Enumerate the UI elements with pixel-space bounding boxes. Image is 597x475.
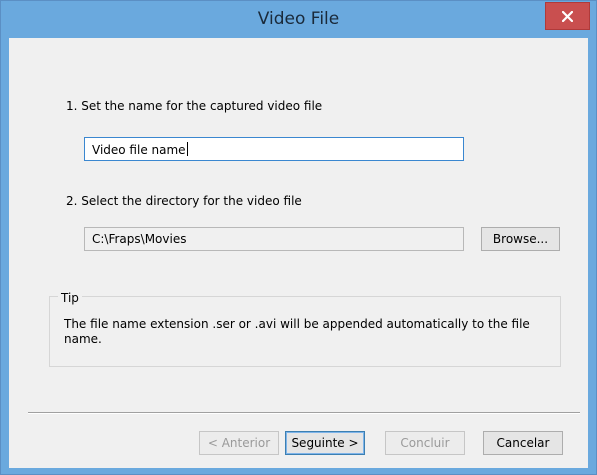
close-button[interactable]: [545, 2, 590, 30]
video-name-value: Video file name: [92, 143, 186, 157]
close-icon: [562, 11, 573, 22]
back-button[interactable]: < Anterior: [199, 431, 279, 455]
cancel-button[interactable]: Cancelar: [483, 431, 563, 455]
next-button[interactable]: Seguinte >: [285, 431, 365, 455]
text-caret: [186, 142, 188, 156]
directory-input[interactable]: C:\Fraps\Movies: [84, 227, 464, 251]
footer-separator: [28, 412, 580, 414]
browse-button[interactable]: Browse...: [481, 227, 560, 251]
tip-text: The file name extension .ser or .avi wil…: [64, 317, 530, 346]
finish-button[interactable]: Concluir: [385, 431, 465, 455]
title-bar[interactable]: Video File: [1, 1, 596, 38]
window-title: Video File: [257, 9, 340, 29]
video-name-label: 1. Set the name for the captured video f…: [66, 99, 323, 113]
tip-title: Tip: [58, 291, 82, 305]
directory-label: 2. Select the directory for the video fi…: [66, 194, 302, 208]
video-name-input[interactable]: Video file name: [84, 137, 464, 161]
dialog-window: Video File 1. Set the name for the captu…: [0, 0, 597, 475]
